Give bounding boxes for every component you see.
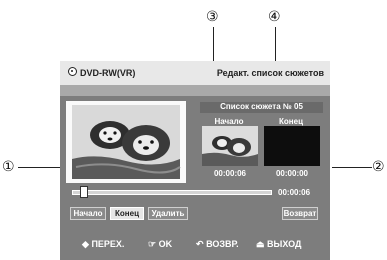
move-arrows-icon: ◆ xyxy=(82,239,89,249)
info-bar xyxy=(60,85,330,96)
exit-icon: ⏏ xyxy=(256,239,265,249)
otters-video-frame xyxy=(72,105,181,179)
timeline-track[interactable] xyxy=(72,190,272,195)
end-clip-time: 00:00:00 xyxy=(275,169,309,178)
return-icon: ↶ xyxy=(196,239,204,249)
end-button[interactable]: Конец xyxy=(110,207,144,220)
move-hint: ◆ ПЕРЕХ. xyxy=(82,239,124,250)
main-preview xyxy=(66,101,186,183)
disc-icon xyxy=(68,67,77,76)
start-clip-frame xyxy=(202,126,258,166)
disc-type: DVD-RW(VR) xyxy=(80,68,136,78)
start-clip-time: 00:00:06 xyxy=(213,169,247,178)
start-clip-thumbnail xyxy=(202,136,258,166)
return-hint-label: ВОЗВР. xyxy=(206,239,239,249)
exit-hint-label: ВЫХОД xyxy=(267,239,302,249)
exit-hint: ⏏ ВЫХОД xyxy=(256,239,301,250)
back-button[interactable]: Возврат xyxy=(282,207,318,220)
start-clip-label: Начало xyxy=(214,117,244,126)
delete-button[interactable]: Удалить xyxy=(148,207,188,220)
return-hint: ↶ ВОЗВР. xyxy=(196,239,239,250)
playlist-title: Список сюжета № 05 xyxy=(200,102,323,113)
menu-title: Редакт. список сюжетов xyxy=(216,68,324,78)
callout-2-leader xyxy=(332,167,372,168)
callout-2: ② xyxy=(372,159,385,175)
timeline-marker[interactable] xyxy=(80,186,88,198)
timeline-current-time: 00:00:06 xyxy=(278,188,311,197)
ok-hint-label: OK xyxy=(158,239,173,249)
callout-4: ④ xyxy=(268,9,281,25)
start-button[interactable]: Начало xyxy=(70,207,106,220)
callout-3: ③ xyxy=(206,9,219,25)
end-clip-frame xyxy=(264,126,320,166)
ok-hint: ☞ OK xyxy=(148,239,172,250)
callout-1: ① xyxy=(2,159,15,175)
end-clip-label: Конец xyxy=(279,117,303,126)
edit-playlist-screen: DVD-RW(VR) Редакт. список сюжетов Список… xyxy=(60,61,330,260)
title-bar: DVD-RW(VR) Редакт. список сюжетов xyxy=(60,61,330,85)
move-hint-label: ПЕРЕХ. xyxy=(91,239,125,249)
enter-icon: ☞ xyxy=(148,239,157,249)
